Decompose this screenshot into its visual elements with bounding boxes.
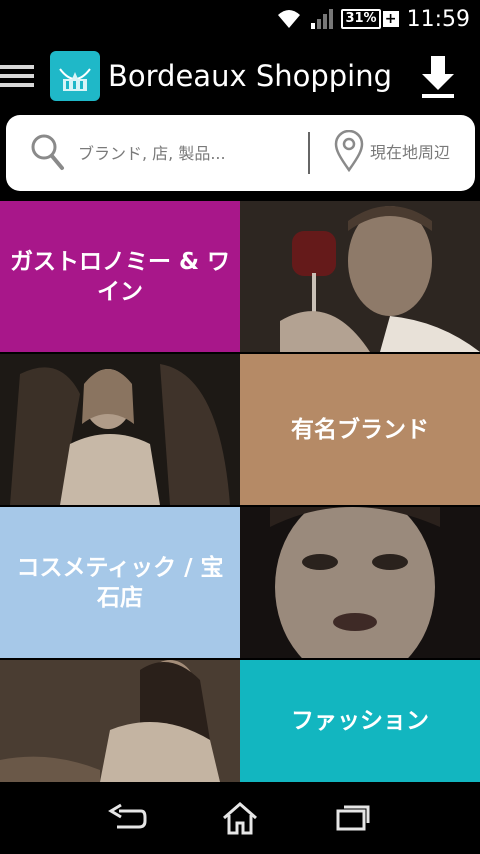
menu-icon[interactable]	[0, 61, 34, 91]
app-logo[interactable]	[50, 51, 100, 101]
system-nav-bar	[0, 782, 480, 854]
recents-icon[interactable]	[331, 796, 375, 840]
category-photo-brands[interactable]	[0, 354, 240, 505]
category-label: コスメティック / 宝石店	[16, 554, 224, 611]
category-tile-brands[interactable]: 有名ブランド	[240, 354, 480, 505]
category-photo-gastronomy[interactable]	[240, 201, 480, 352]
back-icon[interactable]	[105, 796, 149, 840]
search-input[interactable]	[76, 142, 300, 164]
search-divider	[308, 132, 310, 174]
status-bar: 31% + 11:59	[0, 0, 480, 38]
clock: 11:59	[406, 6, 470, 32]
wifi-icon	[277, 8, 301, 30]
category-photo-fashion[interactable]	[0, 660, 240, 782]
category-tile-fashion[interactable]: ファッション	[240, 660, 480, 782]
app-title: Bordeaux Shopping	[108, 59, 393, 93]
download-icon[interactable]	[418, 52, 458, 100]
signal-icon	[309, 8, 334, 30]
location-pin-icon	[334, 129, 364, 176]
category-label: ファッション	[291, 708, 429, 734]
charging-icon: +	[382, 11, 399, 27]
category-label: 有名ブランド	[291, 416, 429, 443]
category-tile-cosmetics[interactable]: コスメティック / 宝石店	[0, 507, 240, 658]
category-photo-cosmetics[interactable]	[240, 507, 480, 658]
search-bar: 現在地周辺	[6, 115, 475, 191]
home-icon[interactable]	[218, 796, 262, 840]
location-label: 現在地周辺	[370, 143, 451, 162]
search-icon	[30, 133, 66, 173]
location-button[interactable]: 現在地周辺	[334, 129, 451, 176]
battery-icon: 31% +	[341, 9, 399, 29]
battery-percent: 31%	[341, 9, 381, 29]
category-label: ガストロノミー & ワイン	[9, 248, 231, 305]
category-tile-gastronomy[interactable]: ガストロノミー & ワイン	[0, 201, 240, 352]
app-bar: Bordeaux Shopping	[0, 38, 480, 114]
